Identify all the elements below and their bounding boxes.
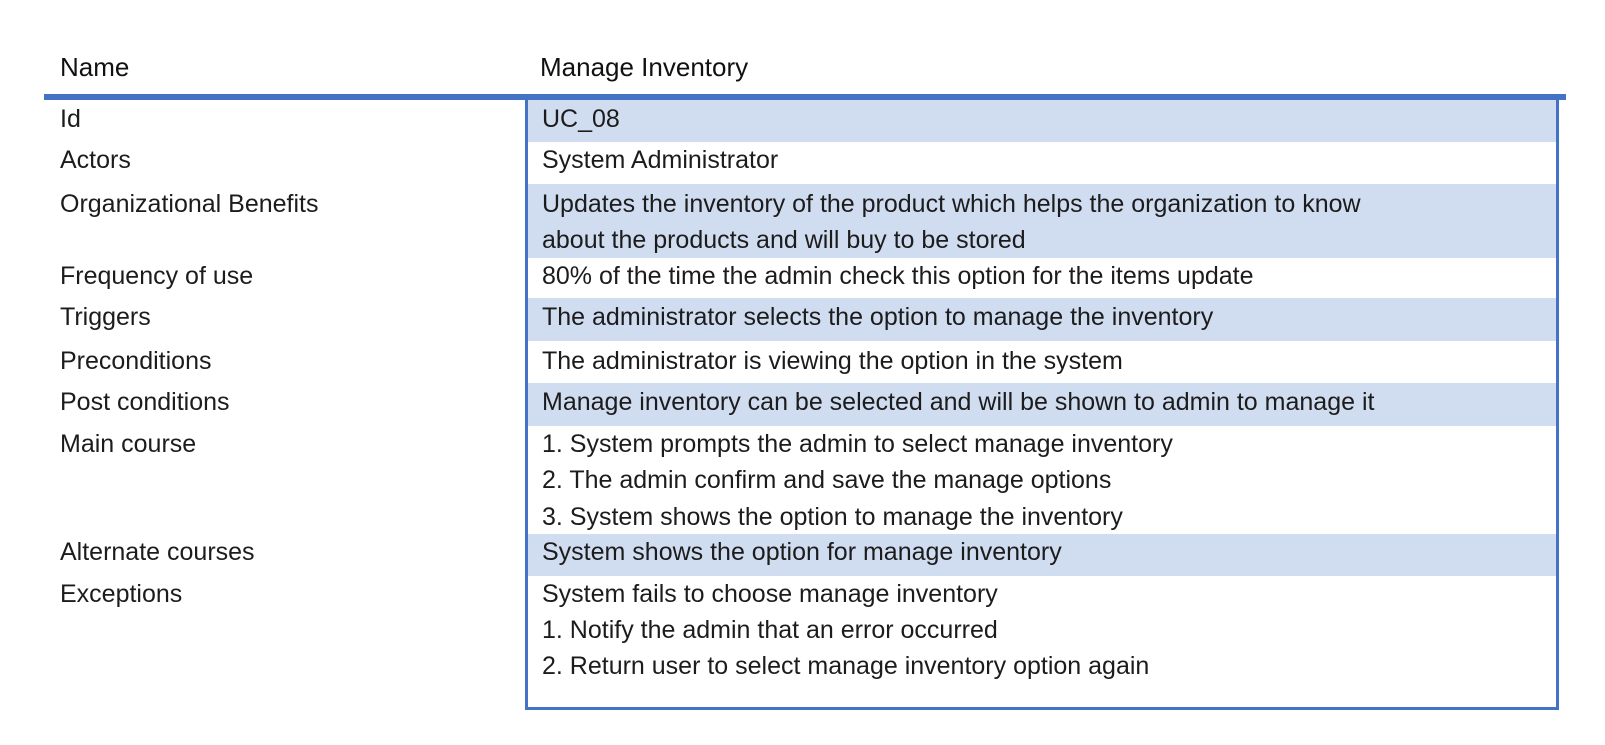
row-label-main-course: Main course [60, 430, 197, 458]
row-value-preconditions: The administrator is viewing the option … [542, 347, 1123, 375]
main-course-step: 3. System shows the option to manage the… [542, 503, 1123, 531]
row-value-actors: System Administrator [542, 146, 779, 174]
row-label-exceptions: Exceptions [60, 580, 183, 608]
row-label-alternate: Alternate courses [60, 538, 255, 566]
row-label-benefits: Organizational Benefits [60, 190, 319, 218]
name-header-label: Name [60, 52, 130, 82]
row-label-triggers: Triggers [60, 303, 151, 331]
use-case-table: Name Manage Inventory Id UC_08 Actors Sy… [0, 0, 1605, 745]
exception-step: 1. Notify the admin that an error occurr… [542, 616, 998, 644]
row-label-id: Id [60, 105, 81, 133]
main-course-step: 1. System prompts the admin to select ma… [542, 430, 1173, 458]
row-value-benefits-line2: about the products and will buy to be st… [542, 226, 1026, 254]
row-value-benefits-line1: Updates the inventory of the product whi… [542, 190, 1361, 218]
exceptions-heading: System fails to choose manage inventory [542, 580, 998, 608]
use-case-title: Manage Inventory [540, 52, 749, 82]
row-value-triggers: The administrator selects the option to … [542, 303, 1214, 331]
exception-step: 2. Return user to select manage inventor… [542, 652, 1150, 680]
row-value-id: UC_08 [542, 105, 620, 133]
row-label-frequency: Frequency of use [60, 262, 254, 290]
row-value-frequency: 80% of the time the admin check this opt… [542, 262, 1254, 290]
row-label-actors: Actors [60, 146, 131, 174]
row-value-alternate: System shows the option for manage inven… [542, 538, 1062, 566]
row-label-preconditions: Preconditions [60, 347, 212, 375]
row-value-postconditions: Manage inventory can be selected and wil… [542, 388, 1375, 416]
main-course-step: 2. The admin confirm and save the manage… [542, 466, 1112, 494]
row-label-postconditions: Post conditions [60, 388, 230, 416]
